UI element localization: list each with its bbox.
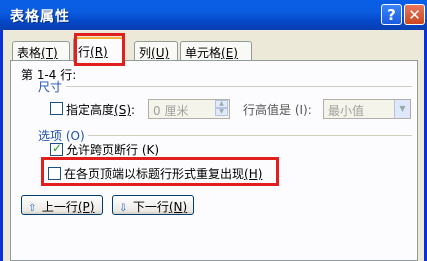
chevron-down-icon[interactable]: ▼ [394,100,410,118]
highlight-row-tab [74,33,125,66]
tab-column[interactable]: 列(U) [134,41,178,60]
window-border-left [0,30,3,261]
tab-cell[interactable]: 单元格(E) [180,41,252,60]
height-spinner[interactable]: ▲ ▼ [215,100,229,118]
size-section-title: 尺寸 [38,80,63,94]
tab-key: (E) [221,46,238,60]
arrow-down-icon: ⇩ [119,203,128,214]
dialog-title: 表格属性 [10,9,70,25]
next-row-button[interactable]: ⇩ 下一行(N) [112,195,194,215]
specify-height-checkbox[interactable] [50,102,63,115]
options-separator [88,135,412,136]
allow-break-label: 允许跨页断行 (K) [66,143,160,157]
close-button[interactable]: ✕ [404,4,425,25]
specify-height-label: 指定高度(S): [66,103,136,117]
tab-label: 列 [139,46,152,60]
tab-key: (U) [151,46,170,60]
help-button[interactable]: ? [381,4,402,25]
allow-break-checkbox[interactable] [50,141,63,156]
tab-label: 单元格 [185,46,222,60]
row-height-label: 行高值是 (I): [243,103,312,117]
arrow-up-icon: ⇧ [28,203,37,214]
size-separator [66,86,412,87]
previous-row-button[interactable]: ⇧ 上一行(P) [21,195,103,215]
tab-label: 表格 [17,46,42,60]
tab-table[interactable]: 表格(T) [12,41,70,60]
tab-key: (T) [41,46,58,60]
highlight-repeat-header [41,157,279,186]
